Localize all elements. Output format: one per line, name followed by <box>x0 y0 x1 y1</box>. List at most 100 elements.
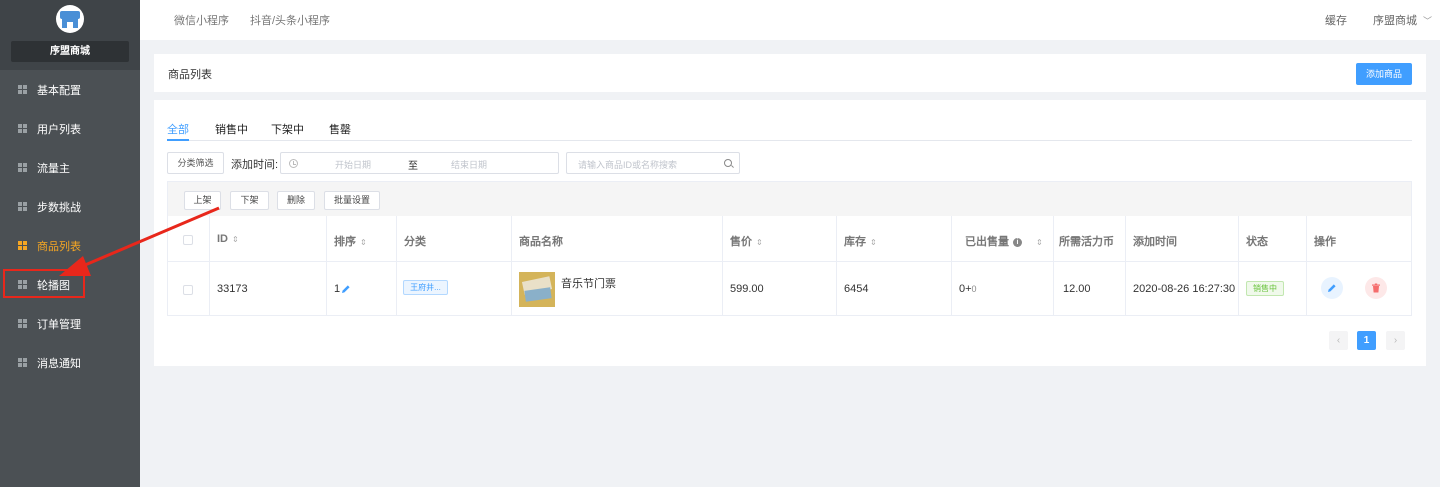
status-tabs: 全部 销售中 下架中 售罄 <box>167 120 1412 141</box>
grid-icon <box>18 358 27 367</box>
product-list-panel: 全部 销售中 下架中 售罄 分类筛选 添加时间: 开始日期 至 结束日期 请输入… <box>154 100 1426 366</box>
brand-name: 序盟商城 <box>11 41 129 62</box>
sidebar-item-label: 商品列表 <box>37 240 81 253</box>
grid-icon <box>18 319 27 328</box>
info-icon: i <box>1013 237 1022 247</box>
sort-icon: ⇕ <box>756 238 763 247</box>
delist-button[interactable]: 下架 <box>230 191 269 210</box>
column-sold[interactable]: 已出售量 i ⇕ <box>965 233 1043 249</box>
batch-settings-button[interactable]: 批量设置 <box>324 191 380 210</box>
tab-douyin-miniprogram[interactable]: 抖音/头条小程序 <box>250 12 330 28</box>
grid-icon <box>18 124 27 133</box>
tab-off-shelf[interactable]: 下架中 <box>271 121 304 137</box>
prev-page-button[interactable]: ‹ <box>1329 331 1348 350</box>
end-date-placeholder: 结束日期 <box>451 160 488 170</box>
grid-icon <box>18 241 27 250</box>
pencil-icon <box>1328 284 1336 292</box>
column-product-name: 商品名称 <box>519 236 563 248</box>
sort-icon: ⇕ <box>232 235 239 244</box>
sidebar-item-traffic[interactable]: 流量主 <box>0 148 140 187</box>
sidebar-item-notifications[interactable]: 消息通知 <box>0 343 140 382</box>
status-badge: 销售中 <box>1246 281 1284 296</box>
start-date-placeholder: 开始日期 <box>335 160 372 170</box>
table-row: 33173 1 王府井... 音乐节门票 599.00 6454 0+0 12.… <box>168 263 1411 316</box>
delete-row-button[interactable] <box>1365 277 1387 299</box>
product-table: 上架 下架 删除 批量设置 ID ⇕ 排序 ⇕ 分类 商品名称 售价 ⇕ 库存 ⇕ 已出… <box>167 181 1412 316</box>
category-filter-button[interactable]: 分类筛选 <box>167 152 224 174</box>
sidebar-item-label: 基本配置 <box>37 84 81 97</box>
account-name: 序盟商城 <box>1373 15 1417 27</box>
grid-icon <box>18 202 27 211</box>
tab-all[interactable]: 全部 <box>167 121 189 137</box>
page-header: 商品列表 添加商品 <box>154 54 1426 92</box>
column-actions: 操作 <box>1314 236 1336 248</box>
column-price[interactable]: 售价 ⇕ <box>730 233 763 249</box>
grid-icon <box>18 85 27 94</box>
grid-icon <box>18 163 27 172</box>
sidebar-menu: 基本配置 用户列表 流量主 步数挑战 商品列表 轮播图 订单管理 消息通知 <box>0 70 140 382</box>
sidebar-item-label: 流量主 <box>37 162 70 175</box>
row-checkbox[interactable] <box>183 285 193 295</box>
account-menu[interactable]: 序盟商城 ﹀ <box>1373 12 1432 28</box>
cell-sold: 0+0 <box>959 283 977 295</box>
sort-icon: ⇕ <box>360 238 367 247</box>
top-bar: 微信小程序 抖音/头条小程序 缓存 序盟商城 ﹀ <box>140 0 1440 40</box>
select-all-checkbox[interactable] <box>183 235 193 245</box>
date-separator: 至 <box>408 161 418 172</box>
cell-id: 33173 <box>217 283 248 295</box>
page-number[interactable]: 1 <box>1357 331 1376 350</box>
cell-stock: 6454 <box>844 283 869 295</box>
sidebar-item-step-challenge[interactable]: 步数挑战 <box>0 187 140 226</box>
chevron-down-icon: ﹀ <box>1423 16 1433 26</box>
list-button[interactable]: 上架 <box>184 191 221 210</box>
category-tag: 王府井... <box>403 280 448 295</box>
column-status: 状态 <box>1246 236 1268 248</box>
search-input[interactable]: 请输入商品ID或名称搜索 <box>566 152 740 174</box>
cell-added-time: 2020-08-26 16:27:30 <box>1133 283 1236 295</box>
bulk-action-bar: 上架 下架 删除 批量设置 <box>168 182 1411 216</box>
search-icon[interactable] <box>724 159 732 167</box>
add-product-button[interactable]: 添加商品 <box>1356 63 1412 85</box>
column-id[interactable]: ID ⇕ <box>217 233 239 245</box>
column-coins: 所需活力币 <box>1059 236 1114 248</box>
column-stock[interactable]: 库存 ⇕ <box>844 233 877 249</box>
product-thumbnail <box>519 272 555 307</box>
sidebar: 序盟商城 基本配置 用户列表 流量主 步数挑战 商品列表 轮播图 订单管理 消息… <box>0 0 140 487</box>
date-range-picker[interactable]: 开始日期 至 结束日期 <box>280 152 559 174</box>
sidebar-item-product-list[interactable]: 商品列表 <box>0 226 140 265</box>
store-logo-icon <box>56 5 84 33</box>
date-label: 添加时间: <box>231 159 279 171</box>
column-added-time: 添加时间 <box>1133 236 1177 248</box>
sidebar-item-label: 订单管理 <box>37 318 81 331</box>
active-tab-indicator <box>167 139 189 141</box>
column-category: 分类 <box>404 236 426 248</box>
edit-button[interactable] <box>1321 277 1343 299</box>
annotation-highlight-box <box>3 269 85 298</box>
sidebar-item-user-list[interactable]: 用户列表 <box>0 109 140 148</box>
cache-link[interactable]: 缓存 <box>1325 12 1347 28</box>
next-page-button[interactable]: › <box>1386 331 1405 350</box>
pencil-icon[interactable] <box>341 284 351 294</box>
column-sort[interactable]: 排序 ⇕ <box>334 233 367 249</box>
tab-wechat-miniprogram[interactable]: 微信小程序 <box>174 12 229 28</box>
cell-coins: 12.00 <box>1063 283 1091 295</box>
delete-button[interactable]: 删除 <box>277 191 315 210</box>
trash-icon <box>1372 283 1380 293</box>
sidebar-item-label: 步数挑战 <box>37 201 81 214</box>
sort-icon: ⇕ <box>1036 238 1043 247</box>
sidebar-item-basic-config[interactable]: 基本配置 <box>0 70 140 109</box>
cell-product-name: 音乐节门票 <box>561 278 616 290</box>
page-title: 商品列表 <box>168 69 212 81</box>
search-placeholder: 请输入商品ID或名称搜索 <box>578 160 678 170</box>
table-header: ID ⇕ 排序 ⇕ 分类 商品名称 售价 ⇕ 库存 ⇕ 已出售量 i ⇕ 所需活力币 添加时… <box>168 216 1411 262</box>
cell-price: 599.00 <box>730 283 764 295</box>
sidebar-item-label: 用户列表 <box>37 123 81 136</box>
sidebar-item-label: 消息通知 <box>37 357 81 370</box>
tab-on-sale[interactable]: 销售中 <box>215 121 248 137</box>
sidebar-item-orders[interactable]: 订单管理 <box>0 304 140 343</box>
tab-sold-out[interactable]: 售罄 <box>329 121 351 137</box>
cell-sort: 1 <box>334 283 351 295</box>
sort-icon: ⇕ <box>870 238 877 247</box>
clock-icon <box>289 159 298 168</box>
logo-area: 序盟商城 <box>0 0 140 70</box>
